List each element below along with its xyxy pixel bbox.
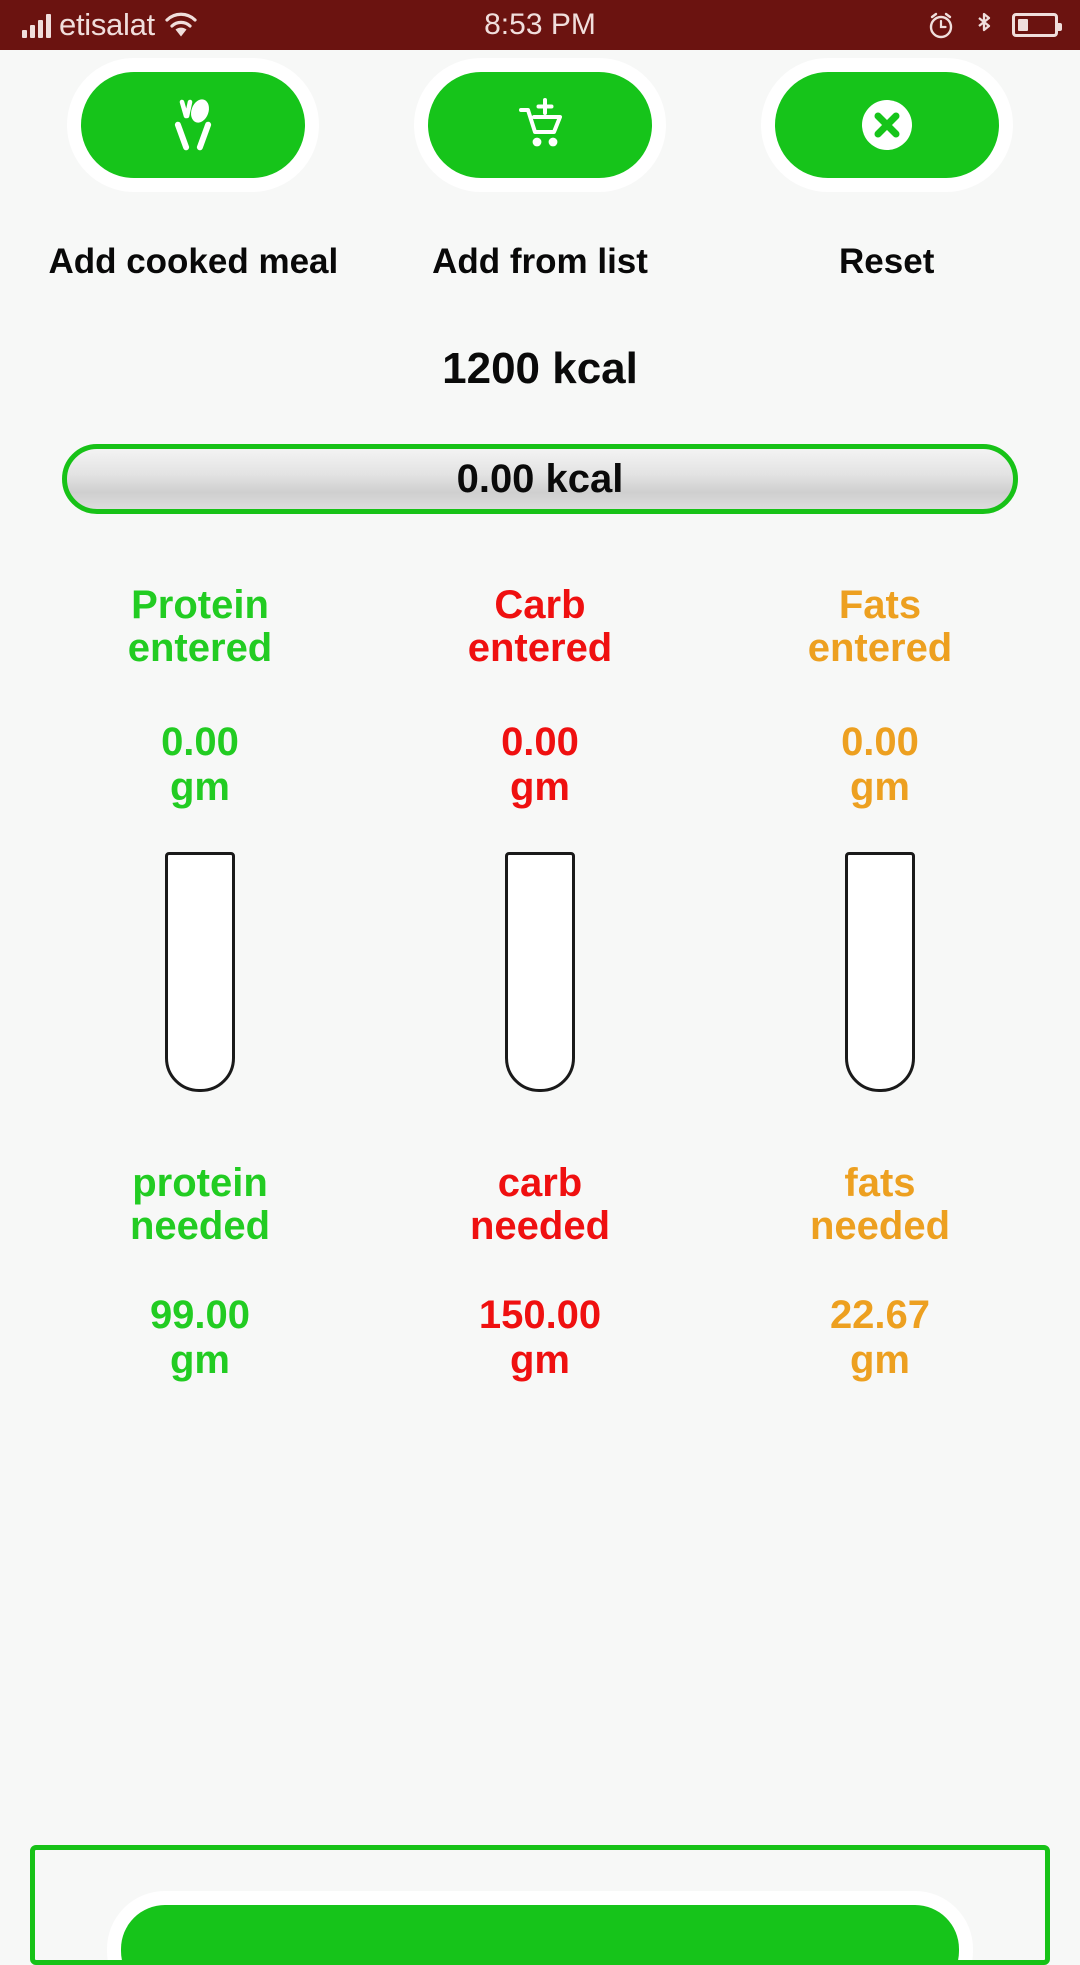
carb-entered-number: 0.00 <box>501 720 579 765</box>
fats-entered-value: 0.00 gm <box>841 720 919 810</box>
carb-needed-unit: gm <box>510 1338 570 1383</box>
battery-icon <box>1012 13 1062 37</box>
close-circle-icon <box>856 94 918 156</box>
protein-needed-title-line1: protein <box>132 1160 268 1205</box>
calorie-progress-bar[interactable]: 0.00 kcal <box>62 444 1018 514</box>
protein-needed-unit: gm <box>169 1338 230 1383</box>
carb-entered-title-line2: entered <box>467 626 613 671</box>
add-from-list-label: Add from list <box>432 242 648 281</box>
fats-tube-gauge <box>845 851 915 1092</box>
carb-entered-title: Carb entered <box>467 583 613 671</box>
macro-column-protein: Protein entered 0.00 gm protein needed 9… <box>30 583 370 1383</box>
cart-plus-icon <box>509 94 571 156</box>
protein-needed-value: 99.00 gm <box>150 1293 250 1383</box>
protein-entered-unit: gm <box>169 765 230 810</box>
carb-needed-title-line2: needed <box>469 1204 611 1249</box>
carb-needed-number: 150.00 <box>478 1293 602 1338</box>
action-add-from-list: Add from list <box>367 72 714 282</box>
fats-entered-unit: gm <box>849 765 910 810</box>
action-button-row: Add cooked meal Add from list Reset <box>0 50 1080 282</box>
add-from-list-button[interactable] <box>428 72 652 178</box>
reset-label: Reset <box>839 242 935 281</box>
macro-columns: Protein entered 0.00 gm protein needed 9… <box>0 583 1080 1383</box>
fats-needed-value: 22.67 gm <box>830 1293 930 1383</box>
target-kcal-label: 1200 kcal <box>442 344 638 393</box>
fats-needed-unit: gm <box>849 1338 910 1383</box>
protein-needed-title-line2: needed <box>129 1204 271 1249</box>
fats-needed-title-line1: fats <box>844 1160 916 1205</box>
protein-entered-number: 0.00 <box>161 720 239 765</box>
carb-entered-unit: gm <box>509 765 570 810</box>
fats-entered-title-line1: Fats <box>838 583 922 627</box>
fork-spoon-icon <box>162 94 224 156</box>
fats-needed-title: fats needed <box>809 1160 951 1249</box>
calorie-progress-wrap: 0.00 kcal <box>0 444 1080 514</box>
protein-needed-number: 99.00 <box>149 1293 251 1338</box>
carb-entered-title-line1: Carb <box>494 583 586 627</box>
add-cooked-meal-button[interactable] <box>81 72 306 178</box>
fats-needed-number: 22.67 <box>829 1293 931 1338</box>
protein-needed-title: protein needed <box>129 1160 271 1249</box>
protein-entered-value: 0.00 gm <box>161 720 239 810</box>
carb-needed-title: carb needed <box>469 1160 611 1249</box>
macro-column-carb: Carb entered 0.00 gm carb needed 150.00 … <box>370 583 710 1383</box>
protein-tube-gauge <box>165 851 235 1092</box>
bottom-card <box>30 1845 1050 1965</box>
carb-needed-value: 150.00 gm <box>479 1293 601 1383</box>
fats-entered-number: 0.00 <box>841 720 919 765</box>
protein-entered-title-line2: entered <box>127 626 273 671</box>
status-bar-clock: 8:53 PM <box>484 8 596 41</box>
calorie-progress-label: 0.00 kcal <box>456 456 624 501</box>
macro-column-fats: Fats entered 0.00 gm fats needed 22.67 g… <box>710 583 1050 1383</box>
status-bar: etisalat 8:53 PM <box>0 0 1080 50</box>
action-reset: Reset <box>713 72 1060 282</box>
protein-entered-title-line1: Protein <box>131 583 269 627</box>
fats-entered-title-line2: entered <box>807 626 953 671</box>
carb-entered-value: 0.00 gm <box>501 720 579 810</box>
protein-entered-title: Protein entered <box>127 583 273 671</box>
fats-needed-title-line2: needed <box>809 1204 951 1249</box>
add-cooked-meal-label: Add cooked meal <box>48 242 339 281</box>
bottom-card-button[interactable] <box>121 1905 959 1960</box>
carb-tube-gauge <box>505 851 575 1092</box>
action-add-cooked-meal: Add cooked meal <box>20 72 367 282</box>
carb-needed-title-line1: carb <box>497 1160 583 1205</box>
fats-entered-title: Fats entered <box>807 583 953 671</box>
reset-button[interactable] <box>774 72 999 178</box>
